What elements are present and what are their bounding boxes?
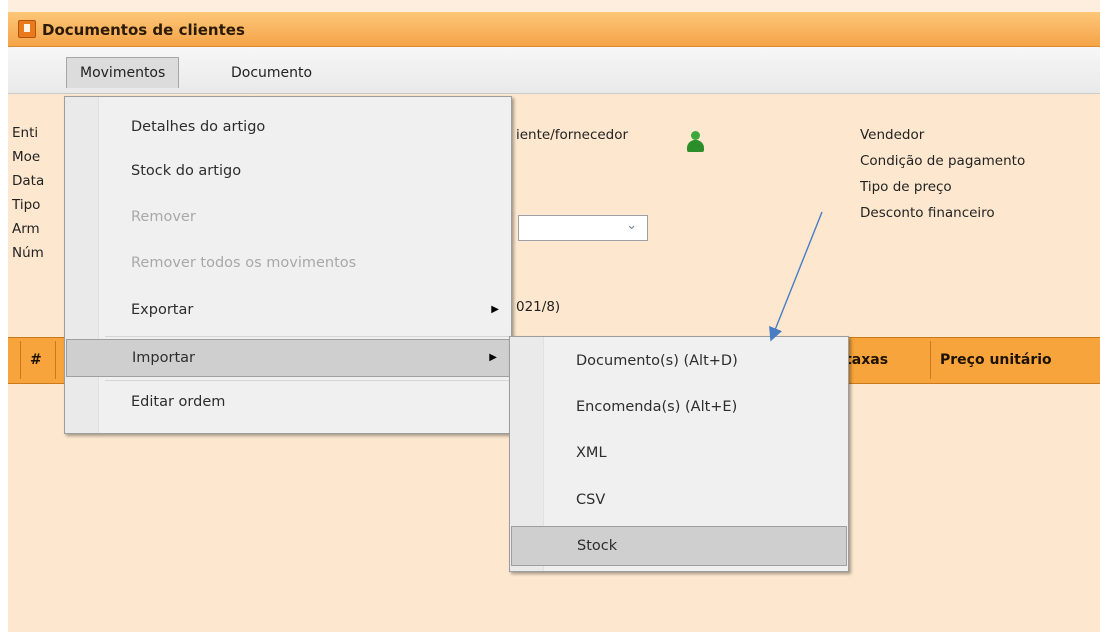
column-number[interactable]: # [30,347,42,373]
menu-separator [105,336,509,337]
menu-item-remover[interactable]: Remover [65,199,511,235]
submenu-item-stock[interactable]: Stock [511,526,847,566]
menu-item-editar-ordem[interactable]: Editar ordem [65,384,511,420]
menu-bar: Movimentos Documento [8,47,1100,94]
menu-separator [105,380,509,381]
date-label: Data [12,173,45,189]
menu-item-detalhes-artigo[interactable]: Detalhes do artigo [65,109,511,145]
type-label: Tipo [12,197,41,213]
submenu-item-xml[interactable]: XML [510,435,848,471]
payment-condition-label: Condição de pagamento [860,153,1026,169]
importar-submenu: Documento(s) (Alt+D) Encomenda(s) (Alt+E… [509,336,849,572]
menu-item-stock-artigo[interactable]: Stock do artigo [65,153,511,189]
entity-label: Enti [12,125,39,141]
menu-item-importar[interactable]: Importar ▶ [66,339,510,377]
chevron-down-icon: ⌄ [626,218,637,233]
warehouse-label: Arm [12,221,40,237]
submenu-arrow-icon: ▶ [491,304,499,315]
column-unit-price[interactable]: Preço unitário [940,347,1052,373]
menu-item-exportar[interactable]: Exportar ▶ [65,292,511,328]
submenu-arrow-icon: ▶ [489,352,497,363]
submenu-item-encomendas[interactable]: Encomenda(s) (Alt+E) [510,389,848,425]
type-select[interactable]: ⌄ [518,215,648,241]
currency-label: Moe [12,149,41,165]
top-strip [8,0,1100,12]
client-person-icon[interactable] [686,131,704,153]
window-title: Documentos de clientes [42,21,245,39]
financial-discount-label: Desconto financeiro [860,205,995,221]
number-label: Núm [12,245,44,261]
salesperson-label: Vendedor [860,127,925,143]
title-bar: Documentos de clientes [8,12,1100,47]
menu-item-remover-todos[interactable]: Remover todos os movimentos [65,245,511,281]
menu-documento[interactable]: Documento [218,58,325,88]
menu-movimentos[interactable]: Movimentos [66,57,180,88]
movimentos-menu: Detalhes do artigo Stock do artigo Remov… [64,96,512,434]
submenu-item-documentos[interactable]: Documento(s) (Alt+D) [510,343,848,379]
document-number-value: 021/8) [516,299,561,315]
submenu-item-csv[interactable]: CSV [510,482,848,518]
document-icon [18,20,36,38]
price-type-label: Tipo de preço [860,179,952,195]
client-supplier-label: iente/fornecedor [516,127,629,143]
